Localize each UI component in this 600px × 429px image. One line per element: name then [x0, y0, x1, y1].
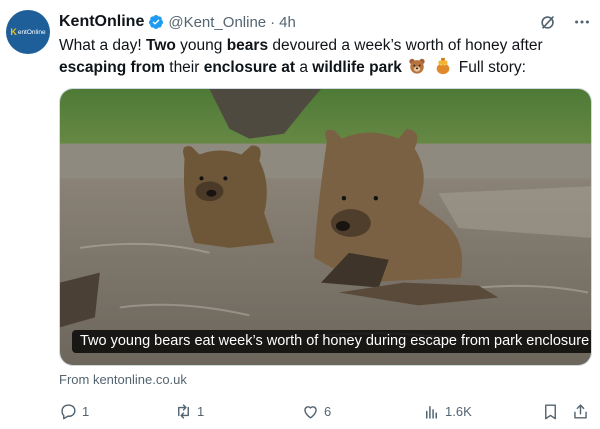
tweet-text-part: a [295, 59, 313, 76]
like-count: 6 [324, 403, 332, 419]
bear-face-emoji-icon [408, 57, 426, 75]
kentonline-logo: KentOnline [10, 27, 45, 37]
more-options-icon[interactable] [572, 12, 592, 32]
honey-pot-emoji-icon [434, 57, 452, 75]
tweet-text-bold: wildlife park [312, 59, 402, 76]
tweet-text-part: What a day! [59, 37, 147, 54]
tweet-text-part: devoured a week’s worth of honey after [268, 37, 543, 54]
reply-button[interactable]: 1 [59, 400, 89, 422]
tweet-text-part: their [164, 59, 204, 76]
post-time[interactable]: 4h [279, 14, 296, 31]
views-button[interactable]: 1.6K [422, 400, 472, 422]
tweet-text-bold: bears [226, 37, 269, 54]
view-count: 1.6K [445, 403, 472, 419]
repost-count: 1 [197, 403, 205, 419]
tweet-header: KentOnline @Kent_Online · 4h [59, 11, 592, 33]
tweet-text-bold: enclosure at [203, 59, 296, 76]
heart-icon [304, 405, 317, 419]
avatar-logo-letter: K [10, 27, 17, 37]
action-bar: 1 1 6 1.6K [59, 400, 591, 422]
like-button[interactable]: 6 [301, 400, 331, 422]
verified-badge-icon [148, 14, 164, 30]
image-caption: Two young bears eat week’s worth of hone… [72, 330, 591, 353]
tweet-text-bold: Two [146, 37, 176, 54]
repost-button[interactable]: 1 [174, 400, 204, 422]
tweet-text-part: young [175, 37, 227, 54]
bears-photo [60, 89, 591, 365]
share-icon [574, 403, 587, 419]
bookmark-button[interactable] [541, 400, 560, 422]
grok-icon[interactable] [538, 12, 558, 32]
repost-icon [178, 403, 189, 419]
tweet-text-tail: Full story: [458, 59, 526, 76]
share-button[interactable] [571, 400, 590, 422]
avatar[interactable]: KentOnline [6, 10, 50, 54]
link-card-image[interactable]: Two young bears eat week’s worth of hone… [59, 88, 592, 366]
bookmark-icon [545, 403, 556, 419]
display-name[interactable]: KentOnline [59, 13, 144, 31]
account-handle[interactable]: @Kent_Online [168, 14, 266, 31]
card-source[interactable]: From kentonline.co.uk [59, 372, 187, 387]
separator-dot: · [270, 13, 276, 31]
analytics-icon [425, 405, 438, 419]
reply-icon [61, 403, 76, 419]
tweet-text-bold: escaping from [59, 59, 165, 76]
tweet-text: What a day! Two young bears devoured a w… [59, 35, 579, 79]
reply-count: 1 [82, 403, 90, 419]
avatar-logo-text: entOnline [17, 28, 46, 36]
